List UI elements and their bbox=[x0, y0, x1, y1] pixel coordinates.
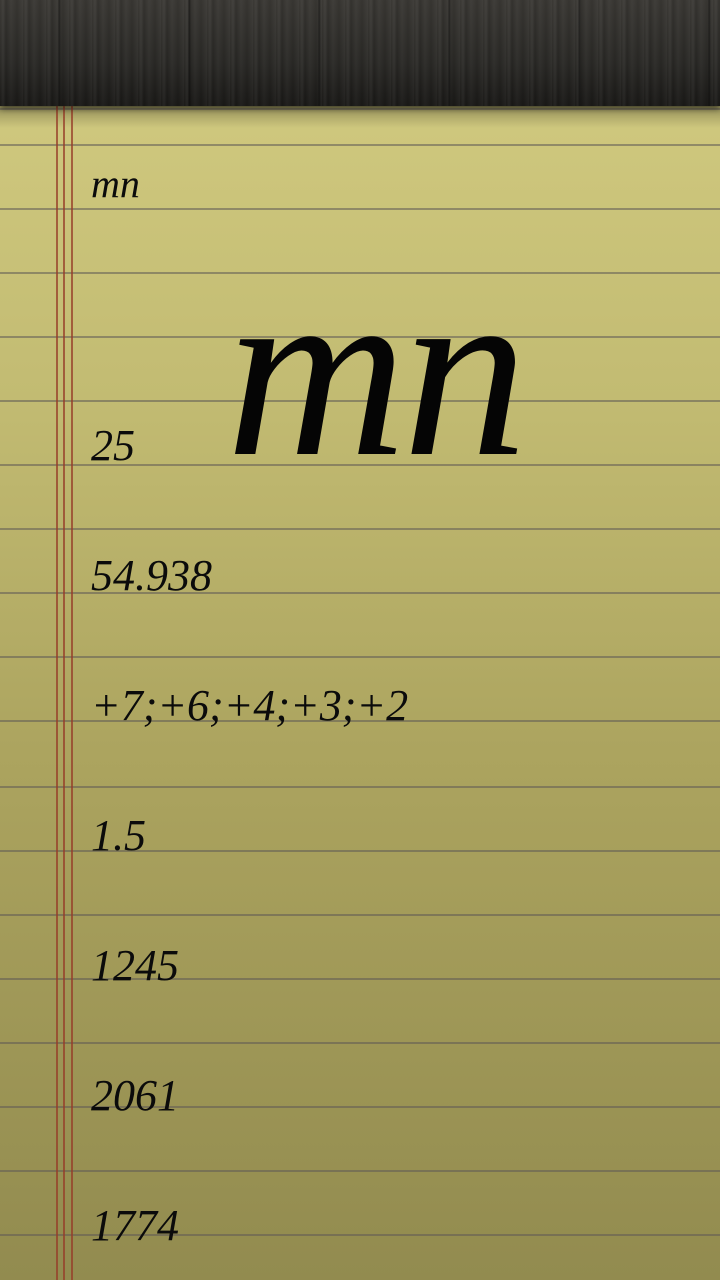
note-line-atomic-mass: 54.938 bbox=[91, 551, 212, 600]
note-line-electronegativity: 1.5 bbox=[91, 811, 146, 860]
element-symbol-large: mn bbox=[226, 232, 528, 509]
ruled-line bbox=[0, 914, 720, 916]
ruled-line bbox=[0, 108, 720, 110]
element-symbol-small: mn bbox=[91, 161, 140, 206]
ruled-line bbox=[0, 528, 720, 530]
note-line-atomic-number: 25 bbox=[91, 421, 135, 470]
margin-line bbox=[71, 106, 73, 1280]
note-line-oxidation-states: +7;+6;+4;+3;+2 bbox=[91, 681, 409, 730]
ruled-line bbox=[0, 1170, 720, 1172]
ruled-line bbox=[0, 1042, 720, 1044]
margin-line bbox=[63, 106, 65, 1280]
note-line-value: 1774 bbox=[91, 1201, 179, 1250]
ruled-line bbox=[0, 144, 720, 146]
ruled-line bbox=[0, 786, 720, 788]
wood-header bbox=[0, 0, 720, 106]
ruled-line bbox=[0, 208, 720, 210]
margin-line bbox=[56, 106, 58, 1280]
ruled-line bbox=[0, 656, 720, 658]
notepad-paper[interactable]: mn mn 25 54.938 +7;+6;+4;+3;+2 1.5 1245 … bbox=[0, 106, 720, 1280]
note-line-boiling-point: 2061 bbox=[91, 1071, 179, 1120]
note-line-melting-point: 1245 bbox=[91, 941, 179, 990]
